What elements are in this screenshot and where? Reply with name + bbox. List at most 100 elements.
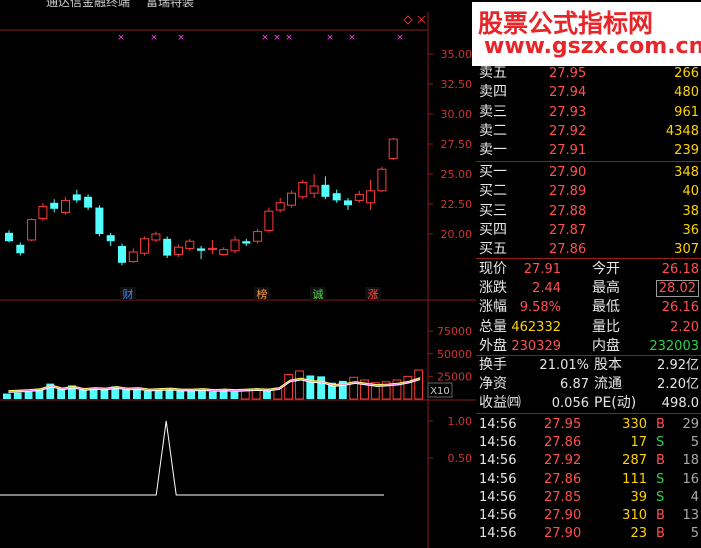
price-tick-label: 22.50 <box>441 198 473 211</box>
fund-value: 2.20亿 <box>657 377 699 393</box>
stat-label: 最高 <box>592 280 620 297</box>
fund-value: 498.0 <box>661 396 699 412</box>
stat-label: 涨跌 <box>479 280 507 297</box>
buy-row: 买二 27.89 40 <box>476 182 701 201</box>
volume-bar <box>198 389 206 399</box>
candle-body <box>72 194 81 201</box>
volume-bar <box>3 393 11 399</box>
candle-body <box>275 202 285 211</box>
indicator-line <box>0 420 384 496</box>
volume-bar <box>187 390 196 399</box>
level-label: 卖一 <box>479 142 507 159</box>
tick-time: 14:56 <box>479 417 517 432</box>
tick-time: 14:56 <box>479 435 517 451</box>
volume-bar <box>251 389 261 400</box>
volume-bar <box>208 391 217 399</box>
watermark-logo: 股票公式指标网 www.gszx.com.cn <box>472 2 701 66</box>
candle-body <box>185 240 195 249</box>
event-dot-icon: × <box>273 33 281 43</box>
candle-body <box>95 207 104 234</box>
tick-side: S <box>656 489 665 505</box>
stat-value: 2.20 <box>670 319 699 335</box>
event-dot-icon: × <box>177 33 185 43</box>
level-price: 27.92 <box>549 123 587 139</box>
event-dot-icon: × <box>150 33 158 43</box>
stat-label: 涨幅 <box>479 299 507 316</box>
candle-body <box>27 219 37 241</box>
kline-chart[interactable]: × × × × × × × × × 财 榜 诚 涨 35.00 32.50 30.00 27.50 25.00 2… <box>0 0 476 548</box>
candle-body <box>84 196 93 208</box>
tick-side: B <box>656 508 665 523</box>
chart-grid <box>0 12 476 548</box>
event-dot-icon: × <box>285 33 293 43</box>
candle-body <box>50 202 59 209</box>
tick-side: B <box>656 526 665 542</box>
tick-row: 14:56 27.86 111 S 16 <box>476 470 701 489</box>
level-volume: 266 <box>674 66 699 81</box>
level-price: 27.89 <box>549 184 587 200</box>
fund-value: 0.056 <box>551 396 589 412</box>
tick-side: B <box>656 453 665 469</box>
volume-bar <box>284 374 294 400</box>
fund-label: 股本 <box>594 357 622 373</box>
sell-row: 卖二 27.92 4348 <box>476 122 701 141</box>
fund-row: 换手 21.01% 股本 2.92亿 <box>476 356 701 375</box>
price-tick-label: 27.50 <box>441 138 473 151</box>
tick-volume: 111 <box>622 471 647 487</box>
tick-count: 5 <box>690 526 699 542</box>
level-volume: 348 <box>674 165 699 180</box>
stat-row: 外盘 230329 内盘 232003 <box>476 337 701 356</box>
tick-time: 14:56 <box>479 453 517 469</box>
sell-row: 卖三 27.93 961 <box>476 103 701 122</box>
tick-count: 16 <box>682 471 699 487</box>
level-price: 27.88 <box>549 203 587 219</box>
tick-volume: 330 <box>622 417 647 432</box>
event-markers: × × × × × × × × × 财 榜 诚 涨 <box>117 33 404 301</box>
tick-time: 14:56 <box>479 471 517 487</box>
volume-bar <box>263 390 271 399</box>
tick-volume: 287 <box>622 453 647 469</box>
tick-side: S <box>656 471 665 487</box>
divider <box>476 258 701 259</box>
candle-body <box>230 239 240 252</box>
candle-body <box>242 241 251 244</box>
candle-body <box>298 181 308 198</box>
volume-tick-label: 25000 <box>437 370 472 383</box>
tick-row: 14:56 27.85 39 S 4 <box>476 488 701 507</box>
candles <box>5 137 398 266</box>
volume-unit-label: X10 <box>430 386 450 397</box>
fund-value: 21.01% <box>539 358 589 373</box>
volume-bar <box>317 376 326 399</box>
candle-body <box>264 210 274 231</box>
stat-label: 外盘 <box>479 337 507 354</box>
candle-body <box>354 193 364 201</box>
volume-bar <box>295 370 304 400</box>
buy-row: 买四 27.87 36 <box>476 221 701 240</box>
stat-value: 26.16 <box>661 300 699 316</box>
stat-value: 462332 <box>511 319 561 335</box>
stat-row: 涨幅 9.58% 最低 26.16 <box>476 298 701 317</box>
candle-body <box>128 251 138 263</box>
level-volume: 4348 <box>665 123 699 139</box>
tick-time: 14:56 <box>479 508 517 523</box>
level-price: 27.94 <box>549 85 587 101</box>
fund-row: 收益㈣ 0.056 PE(动) 498.0 <box>476 394 701 413</box>
candle-body <box>388 138 398 159</box>
fund-value: 2.92亿 <box>657 358 699 373</box>
tick-count: 4 <box>690 489 699 505</box>
level-volume: 239 <box>674 143 699 159</box>
buy-row: 买一 27.90 348 <box>476 163 701 182</box>
event-dot-icon: × <box>396 33 404 43</box>
tick-row: 14:56 27.90 23 B 5 <box>476 524 701 543</box>
tick-count: 18 <box>682 453 699 469</box>
volume-bar <box>100 389 109 399</box>
level-price: 27.90 <box>549 165 587 180</box>
stat-row: 涨跌 2.44 最高 28.02 <box>476 279 701 298</box>
tick-side: B <box>656 417 665 432</box>
tick-row: 14:56 27.92 287 B 18 <box>476 451 701 470</box>
volume-bar <box>349 376 359 400</box>
stat-value: 27.91 <box>523 262 561 277</box>
volume-bars <box>3 369 424 400</box>
tick-time: 14:56 <box>479 526 517 542</box>
stat-label: 最低 <box>592 299 620 316</box>
